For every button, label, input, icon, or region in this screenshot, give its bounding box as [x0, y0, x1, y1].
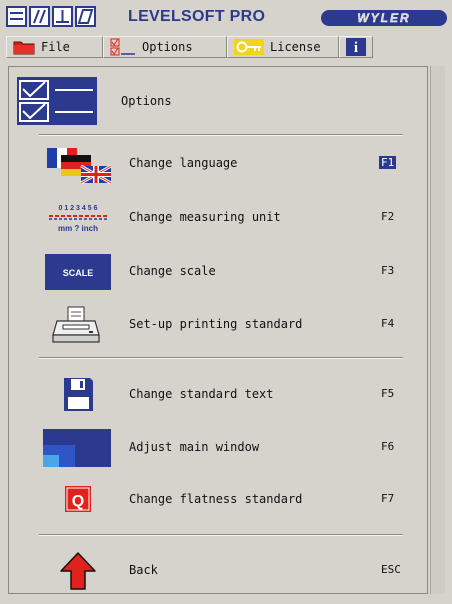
menu-row-change-language[interactable]: Change language F1 — [9, 144, 427, 184]
flags-icon — [47, 148, 112, 184]
menu-row-printing-standard[interactable]: Set-up printing standard F4 — [9, 305, 427, 345]
title-bar: LEVELSOFT PRO WYLER — [0, 0, 452, 34]
section-divider-1 — [39, 357, 403, 359]
menu-options-label: Options — [142, 40, 193, 54]
menu-row-change-standard-text[interactable]: Change standard text F5 — [9, 375, 427, 415]
menu-row-adjust-main-window[interactable]: Adjust main window F6 — [9, 428, 427, 468]
shortcut-f3: F3 — [381, 264, 395, 277]
menu-row-change-measuring-unit[interactable]: 0 1 2 3 4 5 6 mm ? inch Change measuring… — [9, 198, 427, 238]
scale-icon-text: SCALE — [63, 268, 94, 278]
wyler-brand-badge: WYLER — [321, 10, 447, 26]
logo-box-1 — [6, 6, 27, 27]
change-flatness-standard-label: Change flatness standard — [129, 492, 303, 506]
shortcut-f4: F4 — [381, 317, 395, 330]
floppy-disk-icon — [64, 378, 93, 411]
q-icon-text: Q — [72, 493, 84, 510]
panel-scrollbar[interactable] — [430, 66, 445, 594]
back-label: Back — [129, 563, 158, 577]
options-checklist-large-icon — [17, 77, 97, 125]
menu-license[interactable]: License — [227, 36, 339, 58]
levelsoft-app: LEVELSOFT PRO WYLER File Options License… — [0, 0, 452, 604]
ruler-units-icon: 0 1 2 3 4 5 6 mm ? inch — [49, 205, 107, 233]
shortcut-f2: F2 — [381, 210, 395, 223]
window-icon — [43, 429, 111, 467]
logo-box-3 — [52, 6, 73, 27]
adjust-main-window-label: Adjust main window — [129, 440, 260, 454]
change-measuring-unit-label: Change measuring unit — [129, 210, 281, 224]
ruler-digits: 0 1 2 3 4 5 6 — [59, 205, 98, 212]
panel-header: Options — [17, 77, 417, 125]
folder-icon — [13, 41, 35, 55]
scale-icon: SCALE — [45, 254, 111, 290]
options-panel: Options Change language F1 0 1 2 3 4 5 6… — [8, 66, 428, 594]
shortcut-esc: ESC — [381, 563, 401, 576]
logo-box-4 — [75, 6, 96, 27]
menu-info[interactable]: i — [339, 36, 373, 58]
menu-row-back[interactable]: Back ESC — [9, 551, 427, 591]
menu-license-label: License — [270, 40, 321, 54]
app-title: LEVELSOFT PRO — [128, 8, 266, 25]
header-divider — [39, 134, 403, 136]
shortcut-f7: F7 — [381, 492, 395, 505]
printing-standard-label: Set-up printing standard — [129, 317, 303, 331]
section-divider-2 — [39, 534, 403, 536]
menu-row-change-scale[interactable]: SCALE Change scale F3 — [9, 252, 427, 292]
units-text: mm ? inch — [58, 224, 98, 233]
change-scale-label: Change scale — [129, 264, 216, 278]
printer-icon — [52, 306, 100, 343]
panel-title: Options — [121, 94, 172, 108]
menu-row-change-flatness-standard[interactable]: Q Change flatness standard F7 — [9, 480, 427, 520]
key-icon — [234, 39, 264, 55]
levelsoft-logo — [6, 6, 96, 27]
brand-text: WYLER — [357, 11, 411, 25]
shortcut-f6: F6 — [381, 440, 395, 453]
info-icon: i — [346, 38, 366, 56]
menu-bar: File Options License i — [6, 36, 446, 60]
logo-box-2 — [29, 6, 50, 27]
menu-file[interactable]: File — [6, 36, 103, 58]
menu-file-label: File — [41, 40, 70, 54]
shortcut-f5: F5 — [381, 387, 395, 400]
change-standard-text-label: Change standard text — [129, 387, 274, 401]
info-glyph: i — [354, 40, 358, 56]
back-arrow-icon — [60, 552, 96, 590]
menu-options[interactable]: Options — [103, 36, 227, 58]
change-language-label: Change language — [129, 156, 238, 170]
shortcut-f1: F1 — [379, 156, 397, 169]
options-checklist-icon — [110, 38, 135, 56]
q-icon: Q — [65, 486, 91, 512]
